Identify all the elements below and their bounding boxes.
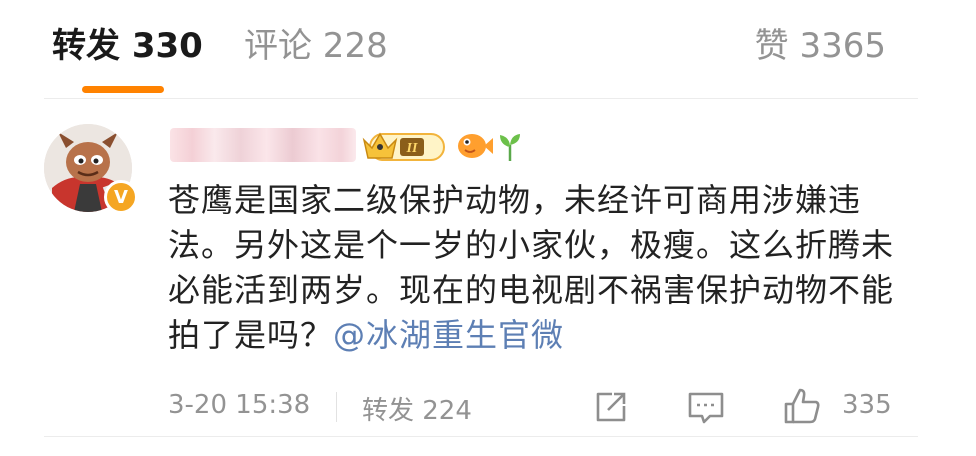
share-icon[interactable] [592,388,630,433]
footer-separator [336,392,337,422]
tab-likes[interactable]: 赞 3365 [755,24,886,68]
tab-comments[interactable]: 评论 228 [244,24,388,68]
divider [44,98,918,99]
svg-text:II: II [406,141,418,156]
mention-link[interactable]: @冰湖重生官微 [333,316,564,354]
member-level-badge: II [362,128,448,168]
fish-badge-icon [456,130,494,166]
tab-repost[interactable]: 转发 330 [52,24,203,68]
verified-badge: V [104,180,138,214]
repost-button[interactable]: 转发 224 [362,390,472,427]
tab-bar: 转发 330 评论 228 赞 3365 [0,0,976,98]
thumbs-up-icon[interactable] [782,386,822,433]
timestamp: 3-20 15:38 [168,390,311,420]
sprout-icon [498,131,522,165]
like-count[interactable]: 335 [842,390,892,420]
comment-footer: 3-20 15:38 转发 224 335 [0,386,976,430]
comment-text: 苍鹰是国家二级保护动物，未经许可商用涉嫌违法。另外这是个一岁的小家伙，极瘦。这么… [168,178,908,358]
username-blurred[interactable] [170,128,356,162]
reply-icon[interactable] [686,388,726,433]
divider [44,436,918,437]
active-tab-indicator [82,86,164,93]
